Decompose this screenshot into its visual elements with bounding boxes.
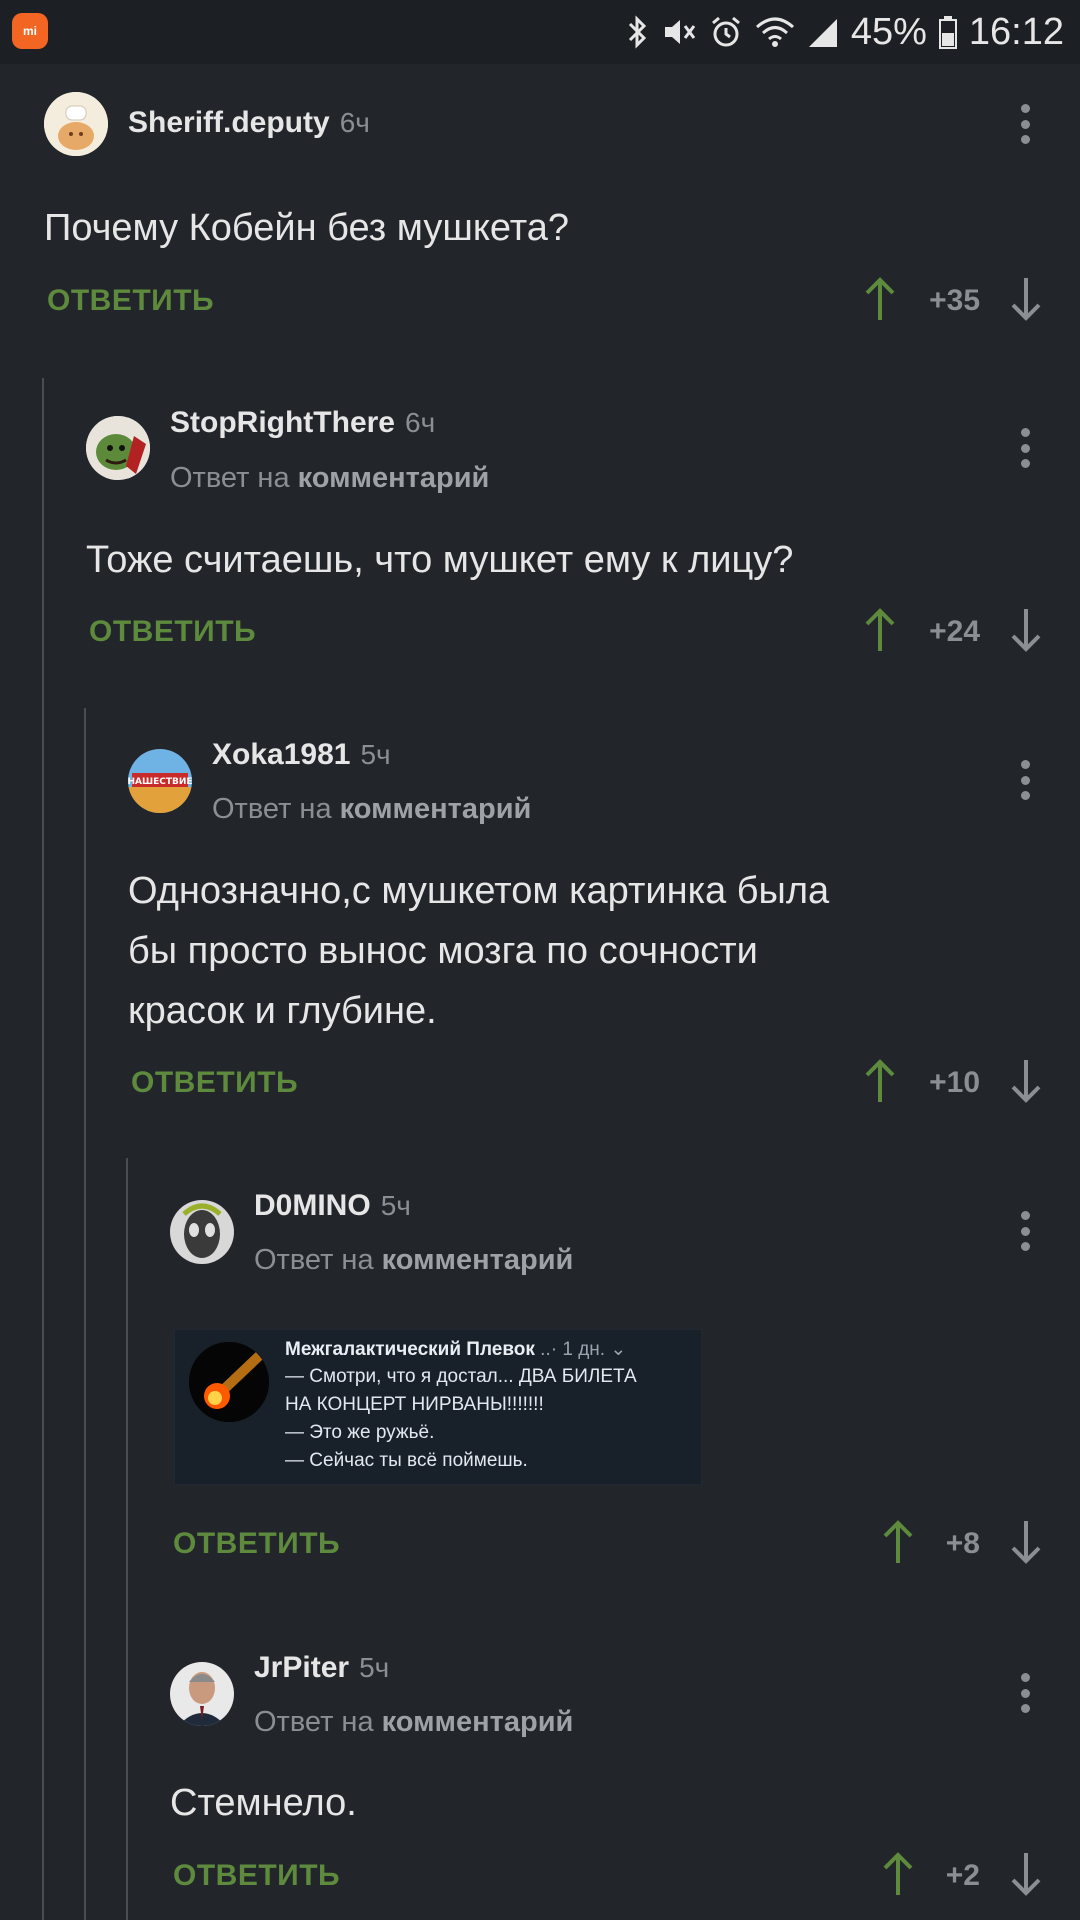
- reply-to-prefix: Ответ на: [254, 1706, 374, 1738]
- comment-feed[interactable]: Sheriff.deputy 6ч Почему Кобейн без мушке…: [0, 64, 1080, 1920]
- comment-author[interactable]: Sheriff.deputy 6ч: [128, 106, 370, 140]
- embed-line: — Это же ружьё.: [285, 1422, 435, 1443]
- embed-title: Межгалактический Плевок ..· 1 дн. ⌄: [285, 1339, 627, 1360]
- reply-to-link[interactable]: комментарий: [382, 1706, 574, 1738]
- author-name[interactable]: Xoka1981: [212, 738, 350, 771]
- embedded-image[interactable]: Межгалактический Плевок ..· 1 дн. ⌄ — См…: [174, 1329, 702, 1485]
- author-name[interactable]: JrPiter: [254, 1651, 349, 1684]
- comment-author[interactable]: StopRightThere 6ч: [170, 406, 435, 440]
- avatar[interactable]: [44, 92, 108, 156]
- reply-button[interactable]: ОТВЕТИТЬ: [47, 284, 214, 318]
- reply-to-label: Ответ на комментарий: [254, 1244, 573, 1277]
- alarm-icon: [709, 15, 743, 49]
- status-icons: 45% 16:12: [627, 8, 1064, 56]
- comment-time: 6ч: [339, 107, 370, 138]
- downvote-icon[interactable]: [1010, 1519, 1042, 1565]
- comment-score: +2: [945, 1859, 980, 1892]
- bluetooth-icon: [627, 15, 649, 49]
- comment-score: +10: [929, 1066, 980, 1099]
- more-options-icon[interactable]: [1019, 760, 1031, 800]
- more-options-icon[interactable]: [1019, 1673, 1031, 1713]
- thread-line: [42, 378, 44, 1920]
- upvote-icon[interactable]: [882, 1851, 914, 1897]
- author-name[interactable]: Sheriff.deputy: [128, 106, 330, 139]
- comment-text: Стемнело.: [170, 1782, 357, 1824]
- meteor-avatar: [189, 1342, 269, 1422]
- comment-text: Тоже считаешь, что мушкет ему к лицу?: [86, 539, 794, 581]
- upvote-icon[interactable]: [864, 607, 896, 653]
- wifi-icon: [755, 15, 795, 49]
- upvote-icon[interactable]: [864, 276, 896, 322]
- avatar[interactable]: [170, 1662, 234, 1726]
- downvote-icon[interactable]: [1010, 1058, 1042, 1104]
- battery-percent: 45%: [850, 10, 927, 53]
- embed-author: Межгалактический Плевок: [285, 1339, 535, 1360]
- reply-to-label: Ответ на комментарий: [254, 1706, 573, 1739]
- reply-button[interactable]: ОТВЕТИТЬ: [89, 615, 256, 649]
- comment-text-line: Однозначно,с мушкетом картинка была: [128, 870, 830, 912]
- reply-button[interactable]: ОТВЕТИТЬ: [173, 1527, 340, 1561]
- avatar[interactable]: [170, 1200, 234, 1264]
- battery-icon: [938, 15, 957, 49]
- reply-to-label: Ответ на комментарий: [212, 793, 531, 826]
- thread-line: [84, 708, 86, 1920]
- svg-text:НАШЕСТВИЕ: НАШЕСТВИЕ: [128, 777, 192, 787]
- reply-to-prefix: Ответ на: [170, 462, 290, 494]
- mi-app-icon: mi: [12, 13, 48, 49]
- comment-score: +35: [929, 284, 980, 317]
- comment-time: 6ч: [405, 407, 436, 438]
- comment-score: +8: [945, 1527, 980, 1560]
- avatar[interactable]: [86, 416, 150, 480]
- comment-text: Почему Кобейн без мушкета?: [44, 207, 569, 249]
- comment-time: 5ч: [360, 739, 391, 770]
- comment-time: 5ч: [380, 1190, 411, 1221]
- embed-line: — Сейчас ты всё поймешь.: [285, 1450, 528, 1471]
- comment-text-line: бы просто вынос мозга по сочности: [128, 930, 758, 972]
- comment-author[interactable]: Xoka1981 5ч: [212, 738, 391, 772]
- reply-to-link[interactable]: комментарий: [340, 793, 532, 825]
- thread-line: [126, 1158, 128, 1920]
- reply-to-link[interactable]: комментарий: [382, 1244, 574, 1276]
- reply-to-prefix: Ответ на: [254, 1244, 374, 1276]
- clock: 16:12: [968, 10, 1064, 53]
- embed-time: 1 дн.: [562, 1339, 606, 1360]
- comment-text-line: красок и глубине.: [128, 990, 437, 1032]
- reply-button[interactable]: ОТВЕТИТЬ: [131, 1066, 298, 1100]
- author-name[interactable]: D0MINO: [254, 1189, 371, 1222]
- upvote-icon[interactable]: [864, 1058, 896, 1104]
- more-options-icon[interactable]: [1019, 104, 1031, 144]
- downvote-icon[interactable]: [1010, 276, 1042, 322]
- comment-text: Однозначно,с мушкетом картинка была бы п…: [128, 861, 829, 1041]
- comment-score: +24: [929, 615, 980, 648]
- comment-author[interactable]: JrPiter 5ч: [254, 1651, 389, 1685]
- downvote-icon[interactable]: [1010, 1851, 1042, 1897]
- signal-icon: [807, 15, 839, 49]
- embed-line: — Смотри, что я достал... ДВА БИЛЕТА: [285, 1366, 637, 1387]
- comment-time: 5ч: [359, 1652, 390, 1683]
- author-name[interactable]: StopRightThere: [170, 406, 395, 439]
- more-options-icon[interactable]: [1019, 1211, 1031, 1251]
- reply-to-link[interactable]: комментарий: [298, 462, 490, 494]
- avatar[interactable]: НАШЕСТВИЕ: [128, 749, 192, 813]
- upvote-icon[interactable]: [882, 1519, 914, 1565]
- mute-icon: [661, 15, 697, 49]
- embed-line: НА КОНЦЕРТ НИРВАНЫ!!!!!!!: [285, 1394, 544, 1415]
- reply-button[interactable]: ОТВЕТИТЬ: [173, 1859, 340, 1893]
- more-options-icon[interactable]: [1019, 428, 1031, 468]
- status-bar: mi 45% 16:12: [0, 0, 1080, 64]
- reply-to-prefix: Ответ на: [212, 793, 332, 825]
- reply-to-label: Ответ на комментарий: [170, 462, 489, 495]
- downvote-icon[interactable]: [1010, 607, 1042, 653]
- comment-author[interactable]: D0MINO 5ч: [254, 1189, 411, 1223]
